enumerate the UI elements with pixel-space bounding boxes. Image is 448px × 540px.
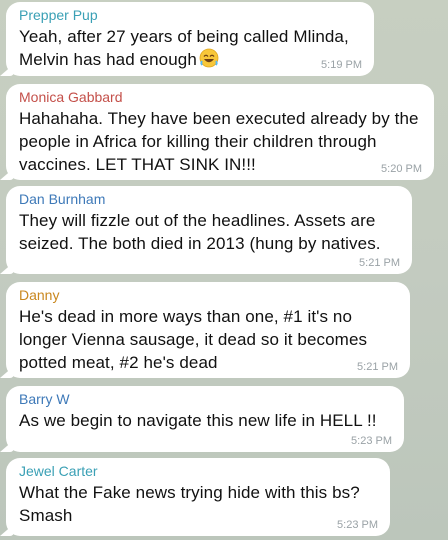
sender-name[interactable]: Jewel Carter bbox=[19, 463, 98, 480]
sender-name[interactable]: Dan Burnham bbox=[19, 191, 105, 208]
message-text: As we begin to navigate this new life in… bbox=[19, 411, 377, 430]
message-bubble[interactable]: Prepper Pup Yeah, after 27 years of bein… bbox=[0, 2, 374, 76]
message-bubble[interactable]: Dan Burnham They will fizzle out of the … bbox=[0, 186, 412, 274]
sender-name[interactable]: Prepper Pup bbox=[19, 7, 98, 24]
message-text: They will fizzle out of the headlines. A… bbox=[19, 211, 381, 253]
message-bubble[interactable]: Barry W As we begin to navigate this new… bbox=[0, 386, 404, 452]
message-timestamp: 5:21 PM bbox=[357, 361, 398, 373]
rolling-on-the-floor-laughing-emoji bbox=[199, 48, 219, 68]
message-timestamp: 5:21 PM bbox=[359, 257, 400, 269]
sender-name[interactable]: Barry W bbox=[19, 391, 70, 408]
message-bubble[interactable]: Jewel Carter What the Fake news trying h… bbox=[0, 458, 390, 536]
sender-name[interactable]: Monica Gabbard bbox=[19, 89, 123, 106]
message-text: What the Fake news trying hide with this… bbox=[19, 483, 360, 525]
message-bubble[interactable]: Danny He's dead in more ways than one, #… bbox=[0, 282, 410, 378]
sender-name[interactable]: Danny bbox=[19, 287, 59, 304]
message-bubble[interactable]: Monica Gabbard Hahahaha. They have been … bbox=[0, 84, 434, 180]
message-timestamp: 5:19 PM bbox=[321, 59, 362, 71]
message-timestamp: 5:23 PM bbox=[351, 435, 392, 447]
message-text: Yeah, after 27 years of being called Mli… bbox=[19, 27, 349, 69]
message-timestamp: 5:23 PM bbox=[337, 519, 378, 531]
message-text: Hahahaha. They have been executed alread… bbox=[19, 109, 419, 174]
message-timestamp: 5:20 PM bbox=[381, 163, 422, 175]
message-text: He's dead in more ways than one, #1 it's… bbox=[19, 307, 368, 372]
chat-feed[interactable]: Prepper Pup Yeah, after 27 years of bein… bbox=[0, 0, 448, 540]
